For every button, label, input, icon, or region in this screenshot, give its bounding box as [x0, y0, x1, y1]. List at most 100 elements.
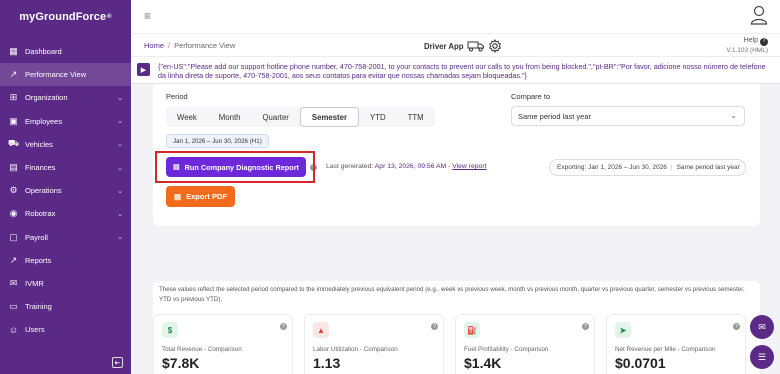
tab-ytd[interactable]: YTD [359, 107, 397, 127]
menu-icon[interactable]: ≡ [144, 9, 151, 23]
send-icon: ➤ [615, 322, 631, 338]
collapse-sidebar-icon[interactable]: ⇤ [112, 357, 123, 368]
last-generated-prefix: Last generated: [326, 163, 374, 170]
user-icon[interactable] [750, 5, 768, 25]
compare-value: Same period last year [518, 111, 591, 121]
tab-month[interactable]: Month [208, 107, 252, 127]
driver-app-link[interactable]: Driver App [424, 39, 502, 53]
chevron-down-icon: ⌄ [117, 234, 123, 242]
sidebar-item-label: Performance View [25, 70, 87, 80]
sidebar-item-payroll[interactable]: ▢ Payroll ⌄ [0, 226, 131, 249]
kpi-panel: These values reflect the selected period… [153, 281, 760, 374]
exporting-info: Exporting: Jan 1, 2026 – Jun 30, 2026 | Sa… [549, 159, 746, 176]
sub-header: Home / Performance View Driver App Help? V… [131, 34, 780, 56]
help-label: Help [743, 37, 758, 44]
sidebar-item-operations[interactable]: ⚙ Operations ⌄ [0, 179, 131, 202]
breadcrumb-home[interactable]: Home [144, 41, 164, 50]
app-version: V.1.103 (HML) [726, 46, 768, 54]
chevron-down-icon: ⌄ [117, 210, 123, 218]
sidebar-nav: ▦ Dashboard ↗ Performance View ⊞ Organization… [0, 40, 131, 341]
sidebar-item-label: Employees [25, 116, 63, 126]
export-pdf-button[interactable]: ▤ Export PDF [166, 186, 235, 207]
sidebar-item-robotrax[interactable]: ◉ Robotrax ⌄ [0, 202, 131, 225]
view-report-link[interactable]: View report [452, 163, 486, 170]
brand-name: myGroundForce [19, 11, 107, 23]
operations-icon: ⚙ [9, 185, 18, 196]
info-icon[interactable]: ? [431, 323, 438, 330]
range-chip: Jan 1, 2026 – Jun 30, 2026 (H1) [166, 134, 269, 148]
dollar-icon: $ [162, 322, 178, 338]
run-diagnostic-report-button[interactable]: ▤ Run Company Diagnostic Report [166, 157, 306, 177]
sidebar-item-label: Operations [25, 186, 62, 196]
settings-gear-icon[interactable] [488, 39, 502, 53]
period-tabs: Week Month Quarter Semester YTD TTM [166, 107, 435, 127]
sidebar-item-organization[interactable]: ⊞ Organization ⌄ [0, 86, 131, 109]
tab-ttm[interactable]: TTM [397, 107, 435, 127]
sidebar-item-employees[interactable]: ▣ Employees ⌄ [0, 110, 131, 133]
sidebar-item-users[interactable]: ☺ Users [0, 318, 131, 341]
info-icon[interactable]: ? [733, 323, 740, 330]
sidebar-item-label: Robotrax [25, 209, 56, 219]
tab-semester[interactable]: Semester [299, 107, 360, 127]
report-controls-card: Period Week Month Quarter Semester YTD TTM Co… [153, 84, 760, 226]
sidebar-item-label: Training [25, 302, 52, 312]
notice-banner: ▶ {"en-US":"Please add our support hotli… [131, 56, 780, 84]
reports-icon: ↗ [9, 254, 18, 265]
finances-icon: ▤ [9, 162, 18, 173]
announcement-icon: ▶ [137, 63, 150, 76]
robot-icon: ◉ [9, 208, 18, 219]
sidebar-item-finances[interactable]: ▤ Finances ⌄ [0, 156, 131, 179]
notice-text: {"en-US":"Please add our support hotline… [158, 62, 766, 81]
brand-logo[interactable]: myGroundForce ® [0, 0, 131, 34]
messages-icon[interactable]: ☰ [750, 345, 774, 369]
kpi-value: $1.4K [464, 355, 502, 371]
help-question-icon[interactable]: ? [760, 37, 768, 46]
info-icon[interactable]: ? [280, 323, 287, 330]
chart-icon: ↗ [9, 69, 18, 80]
kpi-label: Fuel Profitability - Comparison [464, 346, 549, 353]
bar-chart-icon: ▲ [313, 322, 329, 338]
chat-icon[interactable]: ✉ [750, 315, 774, 339]
compare-label: Compare to [511, 92, 551, 101]
sidebar-item-label: Payroll [25, 232, 48, 242]
chevron-down-icon: ⌄ [117, 187, 123, 195]
sidebar-item-performance-view[interactable]: ↗ Performance View [0, 63, 131, 87]
sidebar-item-label: IVMR [25, 278, 44, 288]
fuel-icon: ⛽ [464, 322, 480, 338]
driver-app-label: Driver App [424, 41, 464, 51]
help-link[interactable]: Help? [726, 36, 768, 46]
truck-icon [467, 41, 484, 52]
sidebar-item-reports[interactable]: ↗ Reports [0, 249, 131, 272]
breadcrumb-current: Performance View [174, 41, 236, 50]
pdf-icon: ▤ [174, 192, 182, 201]
compare-select[interactable]: Same period last year ⌄ [511, 106, 745, 126]
comparison-explanation: These values reflect the selected period… [159, 286, 745, 303]
sidebar-item-label: Dashboard [25, 47, 62, 57]
kpi-label: Total Revenue - Comparison [162, 346, 242, 353]
info-icon[interactable]: ? [582, 323, 589, 330]
chevron-down-icon: ⌄ [117, 118, 123, 126]
last-generated-date: Apr 13, 2026, 09:56 AM [374, 163, 447, 170]
export-pdf-label: Export PDF [186, 192, 227, 201]
document-icon: ▤ [173, 164, 180, 171]
tab-quarter[interactable]: Quarter [251, 107, 299, 127]
sidebar-item-label: Organization [25, 93, 68, 103]
training-icon: ▭ [9, 301, 18, 312]
sidebar-item-vehicles[interactable]: ⛟ Vehicles ⌄ [0, 133, 131, 156]
exporting-compare: Same period last year [676, 164, 740, 171]
sidebar-item-dashboard[interactable]: ▦ Dashboard [0, 40, 131, 63]
payroll-icon: ▢ [9, 231, 18, 242]
chevron-down-icon: ⌄ [117, 94, 123, 102]
tab-week[interactable]: Week [166, 107, 208, 127]
ivmr-icon: ✉ [9, 277, 18, 288]
kpi-label: Labor Utilization - Comparison [313, 346, 398, 353]
help-section: Help? V.1.103 (HML) [726, 36, 768, 55]
info-icon[interactable]: ? [310, 164, 317, 171]
sidebar-item-training[interactable]: ▭ Training [0, 295, 131, 318]
kpi-value: $0.0701 [615, 355, 666, 371]
sidebar-item-ivmr[interactable]: ✉ IVMR [0, 272, 131, 295]
kpi-card: ▲? Labor Utilization - Comparison 1.13 [304, 314, 444, 374]
kpi-card: ➤? Net Revenue per Mile - Comparison $0.07… [606, 314, 746, 374]
kpi-card: $? Total Revenue - Comparison $7.8K [153, 314, 293, 374]
exporting-range: Exporting: Jan 1, 2026 – Jun 30, 2026 [557, 164, 667, 171]
